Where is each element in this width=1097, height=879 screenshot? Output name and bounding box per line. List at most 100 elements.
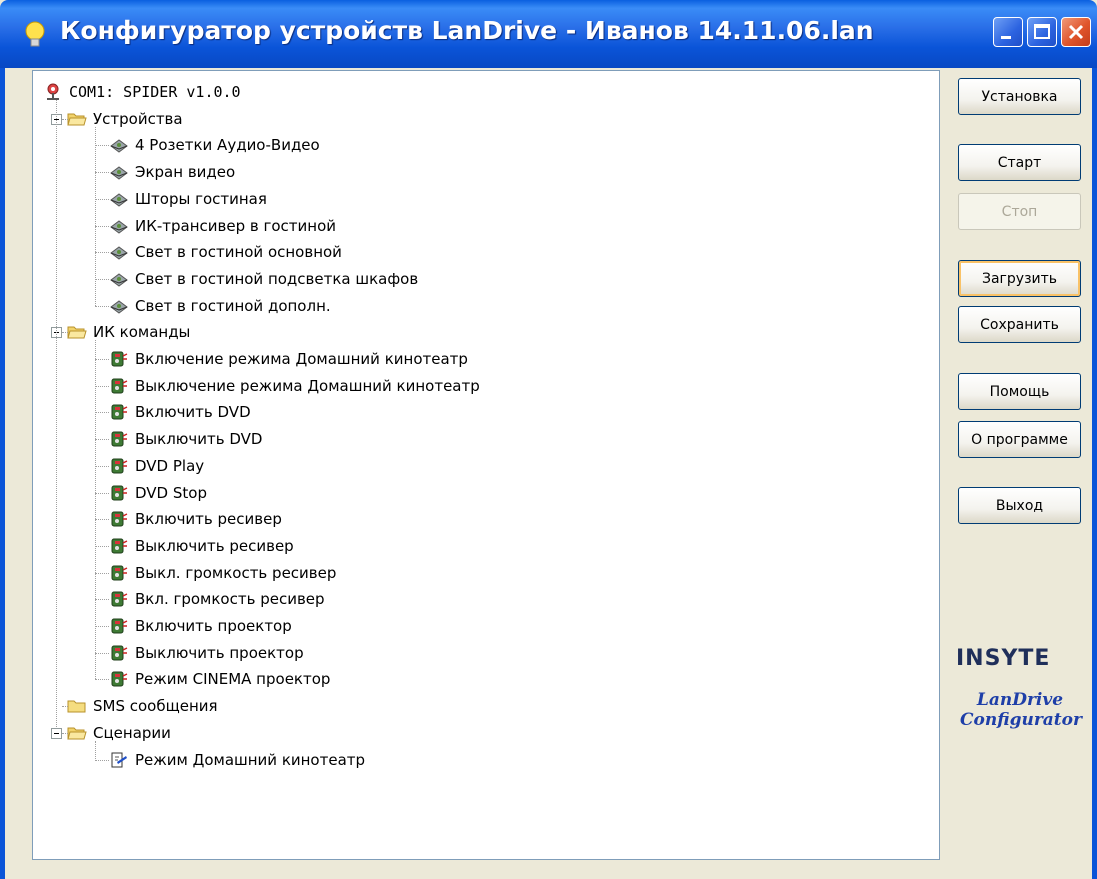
lightbulb-icon bbox=[25, 21, 45, 47]
tree-node-label: Включить ресивер bbox=[135, 510, 282, 529]
close-button[interactable] bbox=[1061, 17, 1091, 47]
product-logo-line2: Configurator bbox=[960, 710, 1082, 730]
folder-icon bbox=[67, 697, 87, 715]
tree-connector bbox=[62, 332, 68, 334]
product-logo: LanDrive Configurator bbox=[960, 690, 1082, 730]
ir-command-icon bbox=[109, 403, 129, 421]
window-border-right bbox=[1092, 68, 1097, 879]
start-button[interactable]: Старт bbox=[958, 144, 1081, 181]
tree-group[interactable]: Устройства bbox=[67, 106, 183, 132]
title-bar[interactable]: Конфигуратор устройств LanDrive - Иванов… bbox=[0, 0, 1097, 68]
tree-item[interactable]: DVD Play bbox=[109, 453, 204, 479]
tree-connector bbox=[62, 118, 68, 120]
tree-node-label: Выкл. громкость ресивер bbox=[135, 563, 337, 582]
device-tree-view[interactable]: COM1: SPIDER v1.0.0 Устройства 4 Розетки А… bbox=[32, 70, 940, 860]
tree-node-label: Свет в гостиной дополн. bbox=[135, 296, 331, 315]
tree-item[interactable]: Режим Домашний кинотеатр bbox=[109, 747, 365, 773]
folder-open-icon bbox=[67, 110, 87, 128]
tree-connector bbox=[95, 572, 109, 574]
tree-connector bbox=[95, 545, 109, 547]
ir-command-icon bbox=[109, 564, 129, 582]
minimize-button[interactable] bbox=[993, 17, 1023, 47]
tree-item[interactable]: Выключить DVD bbox=[109, 426, 262, 452]
tree-item[interactable]: Включить DVD bbox=[109, 399, 251, 425]
tree-node-label: Режим Домашний кинотеатр bbox=[135, 750, 366, 769]
tree-connector bbox=[95, 652, 109, 654]
collapse-toggle[interactable] bbox=[51, 727, 62, 739]
save-button[interactable]: Сохранить bbox=[958, 306, 1081, 343]
tree-node-label: Включить проектор bbox=[135, 617, 292, 635]
device-icon bbox=[109, 190, 129, 208]
minimize-icon bbox=[1001, 36, 1011, 39]
ir-command-icon bbox=[109, 670, 129, 688]
window-border-left bbox=[0, 68, 5, 879]
tree-item[interactable]: Свет в гостиной подсветка шкафов bbox=[109, 266, 418, 292]
tree-item[interactable]: Выключить ресивер bbox=[109, 533, 294, 559]
folder-open-icon bbox=[67, 724, 87, 742]
tree-item[interactable]: Вкл. громкость ресивер bbox=[109, 586, 325, 612]
tree-group[interactable]: Сценарии bbox=[67, 720, 171, 746]
tree-connector bbox=[95, 492, 109, 494]
ir-command-icon bbox=[109, 377, 129, 395]
tree-item[interactable]: Свет в гостиной дополн. bbox=[109, 293, 331, 319]
device-icon bbox=[109, 297, 129, 315]
tree-item[interactable]: Режим CINEMA проектор bbox=[109, 666, 330, 692]
tree-node-label: COM1: SPIDER v1.0.0 bbox=[69, 83, 241, 101]
tree-item[interactable]: DVD Stop bbox=[109, 480, 207, 506]
network-icon bbox=[43, 83, 63, 101]
tree-connector bbox=[95, 145, 109, 147]
tree-node-label: DVD Play bbox=[135, 456, 205, 475]
ir-command-icon bbox=[109, 457, 129, 475]
tree-node-label: Включение режима Домашний кинотеатр bbox=[135, 350, 468, 368]
ir-command-icon bbox=[109, 350, 129, 368]
tree-item[interactable]: Выключить проектор bbox=[109, 640, 304, 666]
tree-connector bbox=[95, 359, 109, 360]
tree-node-label: Свет в гостиной основной bbox=[135, 243, 342, 262]
tree-connector bbox=[95, 305, 109, 307]
tree-connector bbox=[95, 519, 109, 521]
tree-item[interactable]: Шторы гостиная bbox=[109, 186, 267, 212]
tree-item[interactable]: Выключение режима Домашний кинотеатр bbox=[109, 373, 480, 399]
tree-connector bbox=[95, 465, 109, 467]
tree-connector bbox=[95, 225, 109, 227]
tree-item[interactable]: Включить ресивер bbox=[109, 506, 282, 532]
tree-connector bbox=[56, 100, 57, 727]
help-button[interactable]: Помощь bbox=[958, 373, 1081, 410]
tree-connector bbox=[95, 439, 109, 441]
tree-item[interactable]: Включить проектор bbox=[109, 613, 292, 639]
tree-root[interactable]: COM1: SPIDER v1.0.0 bbox=[43, 79, 241, 105]
tree-item[interactable]: Свет в гостиной основной bbox=[109, 239, 342, 265]
tree-connector bbox=[62, 706, 68, 708]
tree-connector bbox=[62, 732, 68, 734]
maximize-button[interactable] bbox=[1027, 17, 1057, 47]
ir-command-icon bbox=[109, 430, 129, 448]
ir-command-icon bbox=[109, 537, 129, 555]
tree-node-label: Выключить ресивер bbox=[135, 536, 294, 555]
stop-button[interactable]: Стоп bbox=[958, 193, 1081, 230]
tree-item[interactable]: Включение режима Домашний кинотеатр bbox=[109, 346, 468, 372]
app-window: Конфигуратор устройств LanDrive - Иванов… bbox=[0, 0, 1097, 879]
tree-node-label: SMS сообщения bbox=[93, 697, 218, 716]
tree-item[interactable]: Выкл. громкость ресивер bbox=[109, 560, 336, 586]
device-icon bbox=[109, 163, 129, 181]
tree-connector bbox=[95, 340, 96, 680]
tree-item[interactable]: 4 Розетки Аудио-Видео bbox=[109, 132, 320, 158]
load-button[interactable]: Загрузить bbox=[958, 260, 1081, 297]
install-button[interactable]: Установка bbox=[958, 78, 1081, 115]
tree-node-label: Свет в гостиной подсветка шкафов bbox=[135, 269, 419, 288]
tree-item[interactable]: Экран видео bbox=[109, 159, 235, 185]
tree-connector bbox=[95, 198, 109, 200]
tree-group[interactable]: SMS сообщения bbox=[67, 693, 218, 719]
tree-connector bbox=[95, 679, 109, 681]
tree-group[interactable]: ИК команды bbox=[67, 319, 190, 345]
about-button[interactable]: О программе bbox=[958, 421, 1081, 458]
tree-node-label: Сценарии bbox=[93, 723, 171, 742]
ir-command-icon bbox=[109, 617, 129, 635]
exit-button[interactable]: Выход bbox=[958, 487, 1081, 524]
tree-node-label: ИК-трансивер в гостиной bbox=[135, 216, 337, 235]
tree-connector bbox=[95, 759, 109, 761]
tree-item[interactable]: ИК-трансивер в гостиной bbox=[109, 213, 336, 239]
tree-node-label: Режим CINEMA проектор bbox=[135, 670, 331, 689]
device-icon bbox=[109, 217, 129, 235]
tree-node-label: Выключить DVD bbox=[135, 430, 263, 449]
